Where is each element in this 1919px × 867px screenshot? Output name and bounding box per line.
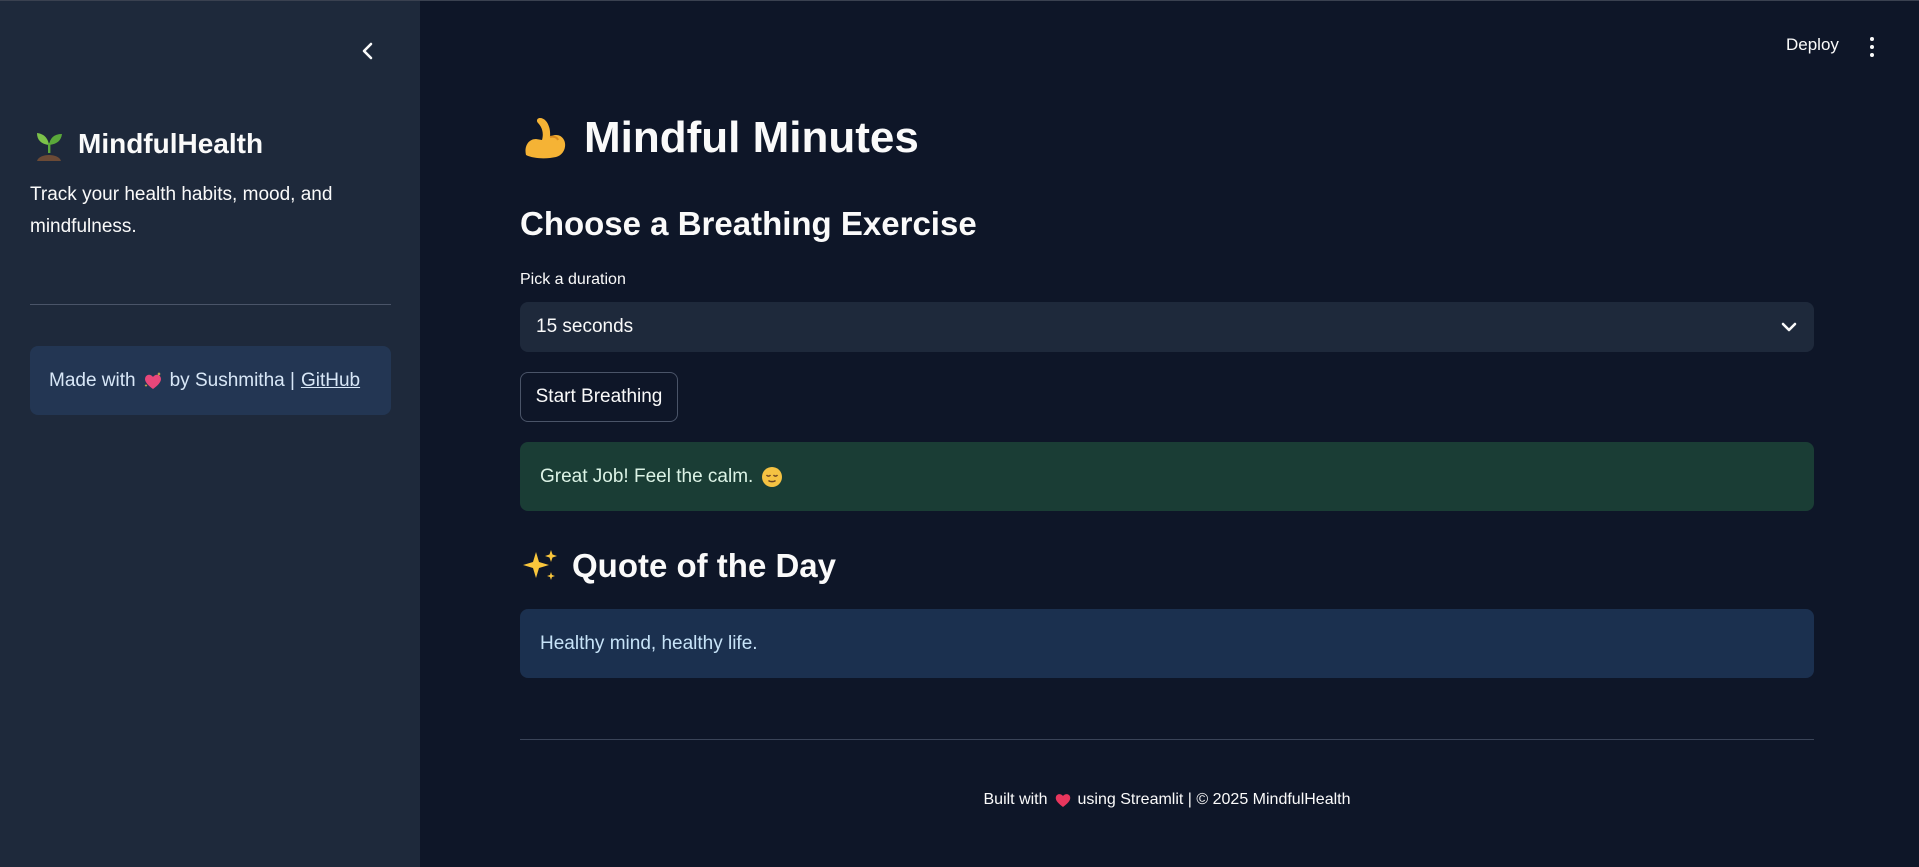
- footer-divider: [520, 739, 1814, 740]
- duration-label: Pick a duration: [520, 271, 626, 288]
- footer-prefix: Built with: [983, 791, 1048, 808]
- heart-icon: [1055, 794, 1070, 807]
- sparkles-icon: [523, 550, 557, 580]
- flexed-biceps-icon: [525, 118, 566, 159]
- app-root: MindfulHealth Track your health habits, …: [0, 0, 1919, 867]
- quote-heading: Quote of the Day: [520, 546, 836, 586]
- sidebar: MindfulHealth Track your health habits, …: [0, 1, 420, 867]
- sparkling-heart-icon: [144, 371, 161, 389]
- deploy-button[interactable]: Deploy: [1786, 35, 1839, 55]
- sidebar-divider: [30, 304, 391, 305]
- relieved-face-icon: [762, 466, 783, 487]
- quote-box: Healthy mind, healthy life.: [520, 609, 1814, 678]
- sidebar-brand: MindfulHealth: [30, 125, 263, 163]
- quote-text: Healthy mind, healthy life.: [540, 632, 758, 654]
- footer-suffix: using Streamlit | © 2025 MindfulHealth: [1077, 791, 1351, 808]
- seedling-icon: [37, 133, 62, 161]
- credit-box: Made with by Sushmitha | GitHub: [30, 346, 391, 415]
- collapse-sidebar-button[interactable]: [352, 35, 384, 67]
- duration-select[interactable]: 15 seconds: [520, 302, 1814, 352]
- footer: Built with using Streamlit | © 2025 Mind…: [520, 791, 1814, 809]
- quote-heading-text: Quote of the Day: [572, 547, 837, 584]
- success-message: Great Job! Feel the calm.: [540, 465, 754, 487]
- duration-selected-value: 15 seconds: [536, 316, 634, 337]
- page-title-text: Mindful Minutes: [584, 113, 919, 162]
- section-heading-breathing: Choose a Breathing Exercise: [520, 205, 977, 242]
- chevron-left-icon: [362, 42, 373, 60]
- credit-by-text: by Sushmitha |: [169, 369, 295, 391]
- start-breathing-button[interactable]: Start Breathing: [520, 372, 678, 422]
- page-title: Mindful Minutes: [520, 113, 919, 163]
- success-alert: Great Job! Feel the calm.: [520, 442, 1814, 511]
- sidebar-tagline: Track your health habits, mood, and mind…: [30, 184, 333, 237]
- credit-prefix: Made with: [49, 369, 136, 391]
- github-link[interactable]: GitHub: [301, 370, 360, 392]
- brand-name: MindfulHealth: [78, 128, 264, 159]
- main-menu-button[interactable]: [1862, 33, 1882, 61]
- chevron-down-icon: [1781, 322, 1797, 332]
- kebab-menu-icon: [1870, 37, 1874, 41]
